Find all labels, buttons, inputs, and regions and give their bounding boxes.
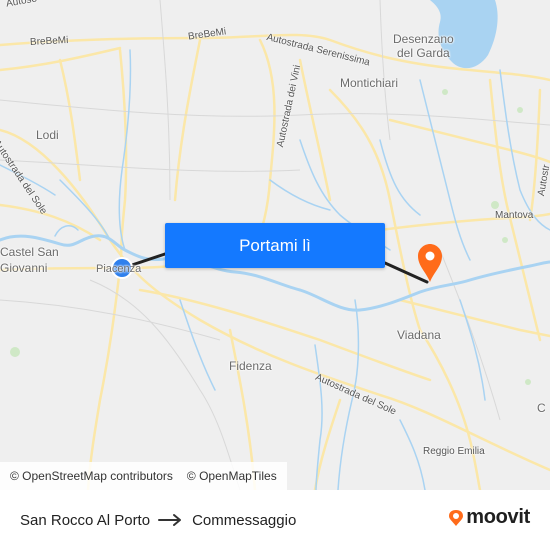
place-piacenza: Piacenza xyxy=(96,263,142,275)
osm-attribution-link[interactable]: © OpenStreetMap contributors xyxy=(10,469,173,483)
place-reggio-emilia: Reggio Emilia xyxy=(423,446,485,457)
map-attribution: © OpenStreetMap contributors © OpenMapTi… xyxy=(0,462,287,490)
place-viadana: Viadana xyxy=(397,328,441,342)
get-directions-button[interactable]: Portami lì xyxy=(165,223,385,268)
place-fidenza: Fidenza xyxy=(229,359,272,373)
place-montichiari: Montichiari xyxy=(340,76,399,90)
place-lodi: Lodi xyxy=(36,128,59,142)
route-footer: San Rocco Al Porto Commessaggio moovit xyxy=(0,490,550,550)
moovit-pin-icon xyxy=(448,509,464,527)
moovit-logo: moovit xyxy=(448,506,530,529)
openmaptiles-attribution-link[interactable]: © OpenMapTiles xyxy=(187,469,277,483)
destination-pin xyxy=(418,244,442,282)
place-c: C xyxy=(537,401,546,415)
place-castel-san-giovanni: Castel San Giovanni xyxy=(0,245,59,275)
route-origin: San Rocco Al Porto xyxy=(20,511,151,529)
route-destination: Commessaggio xyxy=(192,511,297,529)
road-label-brebemi-1: BreBeMi xyxy=(29,35,69,48)
arrow-right-icon xyxy=(158,513,184,527)
map-view[interactable]: Desenzano del Garda Montichiari Lodi Cas… xyxy=(0,0,550,490)
place-desenzano: Desenzano del Garda xyxy=(393,32,454,60)
moovit-wordmark: moovit xyxy=(466,506,530,528)
place-mantova: Mantova xyxy=(495,210,534,221)
